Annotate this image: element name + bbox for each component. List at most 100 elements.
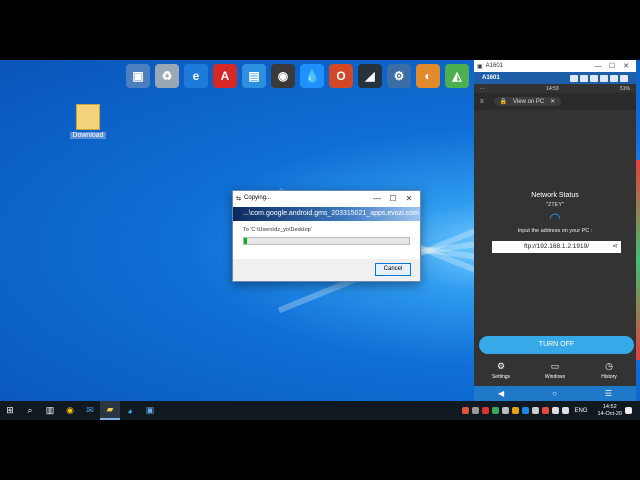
screen: ▣ ♻ e A ▤ ◉ 💧 O ◢ ⚙ ◐ ◭ Download ⇆ Copying... — ☐ ✕… bbox=[0, 60, 640, 420]
settings-gear-icon[interactable]: ⚙ bbox=[387, 64, 411, 88]
close-icon[interactable]: ✕ bbox=[550, 98, 555, 105]
tray-app-icon[interactable] bbox=[511, 407, 519, 414]
address-hint: Input the address on your PC : bbox=[517, 228, 593, 234]
copy-destination: To 'C:\Users\dz_yo\Desktop' bbox=[243, 227, 312, 233]
record-icon[interactable] bbox=[570, 74, 578, 82]
mail-icon[interactable]: ✉ bbox=[80, 401, 100, 420]
tray-app-icon[interactable] bbox=[521, 407, 529, 414]
ftp-address: ftp://192.168.1.2:1919/ bbox=[523, 243, 590, 250]
phone-content: Network Status "ZTEY" ◠ Input the addres… bbox=[474, 110, 636, 340]
maximize-button[interactable]: ☐ bbox=[605, 62, 619, 70]
tray-app-icon[interactable] bbox=[481, 407, 489, 414]
notification-icon[interactable] bbox=[625, 407, 632, 414]
device-name: A1601 bbox=[482, 75, 500, 81]
recents-icon[interactable]: ☰ bbox=[605, 389, 612, 398]
minimize-button[interactable]: — bbox=[591, 63, 605, 70]
phone-header: A1601 bbox=[474, 72, 636, 84]
chart-app-icon[interactable]: ◭ bbox=[445, 64, 469, 88]
phone-time: 14:53 bbox=[546, 85, 559, 92]
taskbar-clock[interactable]: 14:52 14-Oct-20 bbox=[598, 404, 622, 418]
network-computer-icon[interactable]: ▣ bbox=[126, 64, 150, 88]
phone-window-title: A1601 bbox=[485, 63, 504, 69]
dialog-titlebar: ⇆ Copying... — ☐ ✕ bbox=[233, 191, 420, 205]
close-button[interactable]: ✕ bbox=[401, 194, 417, 203]
wifi-icon: ◠ bbox=[549, 210, 561, 225]
view-on-pc-label: View on PC bbox=[513, 98, 545, 105]
desktop-file-download[interactable]: Download bbox=[70, 104, 106, 139]
language-indicator[interactable]: ENG bbox=[575, 408, 588, 414]
phone-app-bar: ≡ 🔒 View on PC ✕ bbox=[474, 93, 636, 110]
back-icon[interactable]: ◀ bbox=[498, 389, 504, 398]
tray-app-icon[interactable] bbox=[501, 407, 509, 414]
phone-status-bar: ◦ ◦ 14:53 51% bbox=[474, 84, 636, 93]
network-status-label: Network Status bbox=[531, 192, 579, 199]
phone-window-titlebar: ▣ A1601 — ☐ ✕ bbox=[474, 60, 636, 72]
rotate-icon[interactable] bbox=[610, 74, 618, 82]
water-drop-icon[interactable]: 💧 bbox=[300, 64, 324, 88]
tray-app-icon[interactable] bbox=[531, 407, 539, 414]
copy-filename-banner: ...\com.google.android.gms_203315021_app… bbox=[233, 207, 420, 221]
tray-app-icon[interactable] bbox=[471, 407, 479, 414]
tray-app-icon[interactable] bbox=[491, 407, 499, 414]
history-clock-icon: ◷ bbox=[605, 361, 613, 371]
file-icon bbox=[76, 104, 100, 130]
color-wheel-icon[interactable]: ◐ bbox=[416, 64, 440, 88]
file-explorer-icon[interactable]: ▰ bbox=[100, 401, 120, 420]
refresh-icon[interactable] bbox=[620, 74, 628, 82]
wifi-ssid: "ZTEY" bbox=[546, 202, 564, 208]
recycle-bin-icon[interactable]: ♻ bbox=[155, 64, 179, 88]
edge-browser-icon[interactable]: ◕ bbox=[120, 401, 140, 420]
dialog-title: Copying... bbox=[244, 195, 272, 201]
tab-settings[interactable]: ⚙ Settings bbox=[474, 358, 528, 384]
edge-strip bbox=[636, 160, 640, 360]
windows-icon: ▭ bbox=[550, 361, 560, 371]
desktop-file-label: Download bbox=[70, 132, 106, 139]
minimize-button[interactable]: — bbox=[369, 194, 385, 203]
clock-date: 14-Oct-20 bbox=[597, 410, 622, 417]
camera-icon[interactable] bbox=[590, 74, 598, 82]
turn-off-button[interactable]: TURN OFF bbox=[479, 336, 634, 354]
system-tray: ENG 14:52 14-Oct-20 bbox=[461, 401, 640, 420]
tab-label: Windows bbox=[544, 374, 566, 380]
lock-icon: 🔒 bbox=[499, 99, 507, 105]
tab-label: Settings bbox=[491, 374, 511, 380]
monitor-app-icon[interactable]: ◢ bbox=[358, 64, 382, 88]
maximize-button[interactable]: ☐ bbox=[385, 194, 401, 203]
utility-app-icon[interactable]: ▤ bbox=[242, 64, 266, 88]
video-icon[interactable] bbox=[580, 74, 588, 82]
task-view-icon[interactable]: ▥ bbox=[40, 401, 60, 420]
ie-browser-icon[interactable]: e bbox=[184, 64, 208, 88]
settings-gear-icon: ⚙ bbox=[496, 361, 506, 371]
start-button[interactable]: ⊞ bbox=[0, 401, 20, 420]
tray-app-icon[interactable] bbox=[541, 407, 549, 414]
desktop-dock: ▣ ♻ e A ▤ ◉ 💧 O ◢ ⚙ ◐ ◭ bbox=[126, 64, 469, 90]
tab-label: History bbox=[601, 374, 617, 380]
autocad-icon[interactable]: A bbox=[213, 64, 237, 88]
volume-icon[interactable] bbox=[561, 407, 569, 414]
tab-windows[interactable]: ▭ Windows bbox=[528, 358, 582, 384]
home-icon[interactable]: ○ bbox=[552, 389, 557, 398]
tray-app-icon[interactable] bbox=[461, 407, 469, 414]
menu-icon[interactable]: ≡ bbox=[480, 99, 484, 105]
search-icon[interactable]: ⌕ bbox=[20, 401, 40, 420]
app-window-icon[interactable]: ▣ bbox=[140, 401, 160, 420]
phone-mirror-window: ▣ A1601 — ☐ ✕ A1601 ◦ ◦ 14:53 51% ≡ 🔒 Vi… bbox=[474, 60, 636, 401]
chrome-icon[interactable]: ◉ bbox=[60, 401, 80, 420]
clock-time: 14:52 bbox=[602, 403, 617, 410]
cancel-button[interactable]: Cancel bbox=[375, 263, 411, 276]
tab-history[interactable]: ◷ History bbox=[582, 358, 636, 384]
disk-tool-icon[interactable]: ◉ bbox=[271, 64, 295, 88]
taskbar: ⊞ ⌕ ▥ ◉ ✉ ▰ ◕ ▣ ENG 14:52 14-Oct-20 bbox=[0, 401, 640, 420]
copy-progress-bar bbox=[243, 237, 410, 245]
desktop[interactable]: ▣ ♻ e A ▤ ◉ 💧 O ◢ ⚙ ◐ ◭ Download ⇆ Copying... — ☐ ✕… bbox=[0, 60, 640, 401]
ftp-address-field[interactable]: ftp://192.168.1.2:1919/ ⋖ bbox=[492, 241, 621, 253]
fullscreen-icon[interactable] bbox=[600, 74, 608, 82]
copy-icon: ⇆ bbox=[236, 195, 242, 202]
dialog-footer: Cancel bbox=[233, 259, 420, 281]
phone-tab-bar: ⚙ Settings ▭ Windows ◷ History bbox=[474, 358, 636, 384]
share-icon[interactable]: ⋖ bbox=[612, 241, 618, 253]
close-button[interactable]: ✕ bbox=[619, 62, 633, 70]
network-icon[interactable] bbox=[551, 407, 559, 414]
office-icon[interactable]: O bbox=[329, 64, 353, 88]
view-on-pc-pill[interactable]: 🔒 View on PC ✕ bbox=[493, 97, 562, 106]
